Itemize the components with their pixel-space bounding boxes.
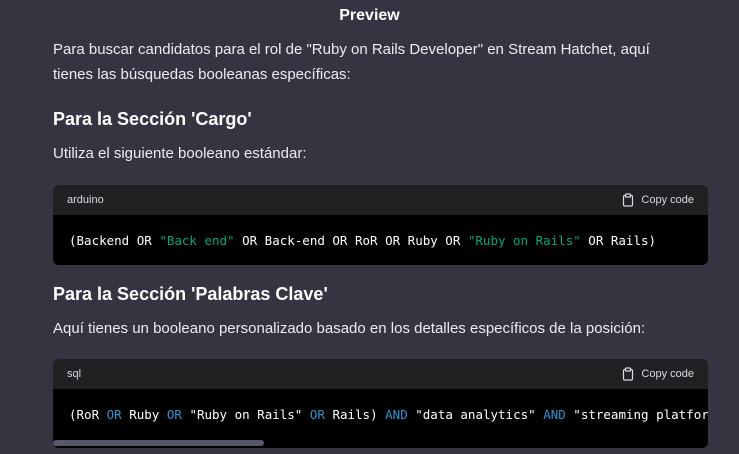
code-token: "streaming platfor	[565, 406, 708, 422]
code-token: "data analytics"	[407, 406, 544, 422]
copy-code-label: Copy code	[641, 368, 694, 380]
code-token: Rails)	[324, 406, 386, 422]
code-token: "Ruby on Rails"	[181, 406, 310, 422]
code-string-token: "Ruby on Rails"	[467, 232, 581, 248]
section-text-cargo: Utiliza el siguiente booleano estándar:	[53, 145, 307, 162]
code-header: arduino Copy code	[53, 185, 708, 215]
intro-paragraph: Para buscar candidatos para el rol de "R…	[53, 41, 650, 83]
code-keyword-token: OR	[106, 406, 122, 422]
code-keyword-token: OR	[166, 406, 182, 422]
code-string-token: "Back end"	[159, 232, 235, 248]
code-keyword-token: AND	[543, 406, 566, 422]
code-keyword-token: AND	[385, 406, 408, 422]
code-content[interactable]: (RoR OR Ruby OR "Ruby on Rails" OR Rails…	[53, 389, 708, 439]
code-token: OR Rails)	[580, 232, 657, 248]
copy-code-label: Copy code	[641, 194, 694, 206]
copy-code-button[interactable]: Copy code	[621, 193, 694, 207]
code-token: Ruby	[121, 406, 167, 422]
code-language-label: arduino	[67, 194, 104, 206]
code-content[interactable]: (Backend OR "Back end" OR Back-end OR Ro…	[53, 215, 708, 265]
code-token: (Backend OR	[69, 232, 160, 248]
copy-code-button[interactable]: Copy code	[621, 367, 694, 381]
code-block-palabras-clave: sql Copy code (RoR OR Ruby OR "Ruby on R…	[53, 359, 708, 448]
clipboard-icon	[621, 193, 635, 207]
code-block-cargo: arduino Copy code (Backend OR "Back end"…	[53, 185, 708, 265]
section-heading-cargo: Para la Sección 'Cargo'	[53, 109, 252, 129]
page-title: Preview	[339, 7, 400, 24]
horizontal-scrollbar[interactable]	[53, 440, 264, 446]
code-token: (RoR	[69, 406, 107, 422]
section-heading-palabras-clave: Para la Sección 'Palabras Clave'	[53, 284, 328, 304]
code-token: OR Back-end OR RoR OR Ruby OR	[234, 232, 468, 248]
code-header: sql Copy code	[53, 359, 708, 389]
code-keyword-token: OR	[309, 406, 325, 422]
clipboard-icon	[621, 367, 635, 381]
section-text-palabras-clave: Aquí tienes un booleano personalizado ba…	[53, 320, 646, 337]
code-language-label: sql	[67, 368, 82, 380]
